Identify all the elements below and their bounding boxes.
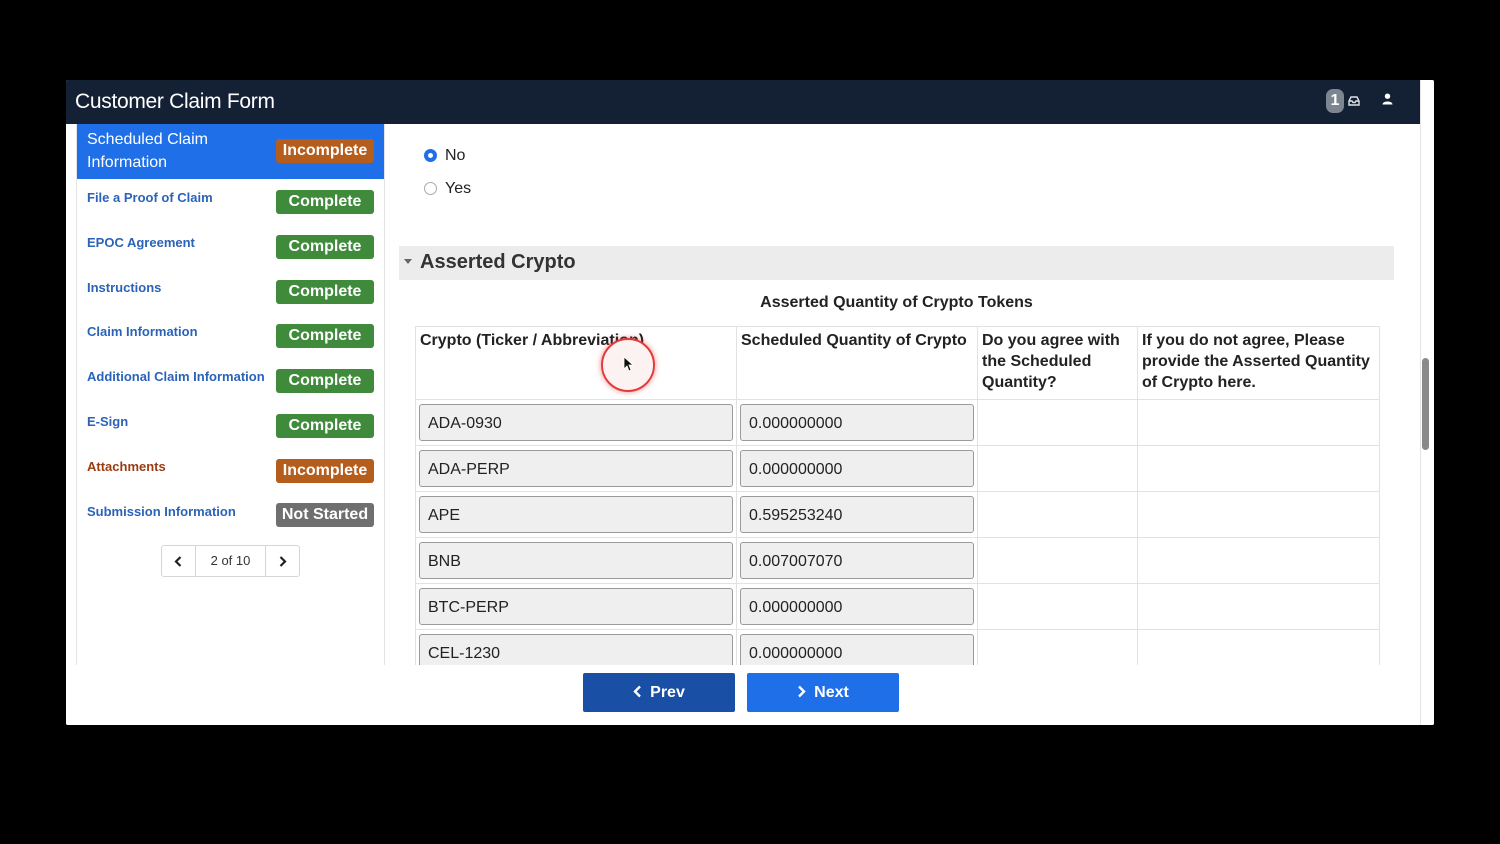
table-row: APE 0.595253240 [415, 491, 1380, 538]
form-content: No Yes Asserted Crypto Asserted Quantity… [383, 124, 1410, 665]
form-footer: Prev Next [66, 665, 1420, 725]
agree-cell [977, 445, 1138, 492]
status-badge: Complete [276, 414, 374, 438]
sidebar-item-label: Additional Claim Information [87, 369, 265, 384]
mouse-cursor-icon [623, 356, 633, 372]
user-icon[interactable] [1382, 92, 1393, 110]
scheduled-quantity-field: 0.000000000 [740, 588, 974, 625]
asserted-quantity-cell [1137, 537, 1380, 584]
status-badge: Not Started [276, 503, 374, 527]
table-row: ADA-PERP 0.000000000 [415, 445, 1380, 492]
agree-cell [977, 491, 1138, 538]
radio-label: Yes [445, 180, 472, 197]
agree-cell [977, 583, 1138, 630]
app-title: Customer Claim Form [75, 90, 275, 113]
sidebar-item-label: E-Sign [87, 414, 129, 429]
column-header: Do you agree with the Scheduled Quantity… [977, 326, 1138, 400]
sidebar-item-epoc-agreement[interactable]: EPOC Agreement Complete [77, 224, 384, 268]
table-row: CEL-1230 0.000000000 [415, 629, 1380, 665]
sidebar-item-label: Submission Information [87, 504, 236, 519]
sidebar-item-claim-information[interactable]: Claim Information Complete [77, 314, 384, 358]
ticker-field: ADA-0930 [419, 404, 733, 441]
next-button[interactable]: Next [747, 673, 899, 712]
pager-next-button[interactable] [265, 546, 299, 576]
section-sidebar: Scheduled Claim Information Incomplete F… [76, 124, 385, 665]
ticker-field: ADA-PERP [419, 450, 733, 487]
top-bar: Customer Claim Form 1 [66, 80, 1420, 124]
page-scrollbar-thumb[interactable] [1422, 358, 1429, 450]
sidebar-item-label: Claim Information [87, 324, 198, 339]
sidebar-item-e-sign[interactable]: E-Sign Complete [77, 403, 384, 447]
column-header: Crypto (Ticker / Abbreviation) [415, 326, 737, 400]
asserted-crypto-section-header[interactable]: Asserted Crypto [399, 246, 1394, 280]
asserted-quantity-cell [1137, 583, 1380, 630]
sidebar-item-label: File a Proof of Claim [87, 190, 213, 205]
radio-button-selected[interactable] [424, 149, 437, 162]
pager-position: 2 of 10 [210, 553, 251, 568]
status-badge: Incomplete [276, 459, 374, 483]
chevron-right-icon [279, 556, 287, 567]
asserted-quantity-cell [1137, 491, 1380, 538]
radio-button[interactable] [424, 182, 437, 195]
ticker-field: CEL-1230 [419, 634, 733, 665]
asserted-crypto-table: Crypto (Ticker / Abbreviation) Scheduled… [415, 326, 1380, 665]
chevron-left-icon [174, 556, 182, 567]
table-row: BTC-PERP 0.000000000 [415, 583, 1380, 630]
sidebar-item-attachments[interactable]: Attachments Incomplete [77, 448, 384, 492]
section-pager: 2 of 10 [161, 545, 300, 577]
status-badge: Complete [276, 280, 374, 304]
scheduled-quantity-field: 0.000000000 [740, 634, 974, 665]
scheduled-quantity-field: 0.007007070 [740, 542, 974, 579]
status-badge: Complete [276, 190, 374, 214]
ticker-field: BNB [419, 542, 733, 579]
sidebar-item-label: Instructions [87, 280, 162, 295]
asserted-quantity-cell [1137, 629, 1380, 665]
status-badge: Incomplete [276, 139, 374, 163]
scheduled-quantity-field: 0.595253240 [740, 496, 974, 533]
caret-down-icon [404, 259, 412, 264]
agree-cell [977, 399, 1138, 446]
sidebar-item-additional-claim-information[interactable]: Additional Claim Information Complete [77, 359, 384, 403]
ticker-field: APE [419, 496, 733, 533]
next-button-label: Next [814, 684, 849, 701]
column-header: If you do not agree, Please provide the … [1137, 326, 1380, 400]
table-row: BNB 0.007007070 [415, 537, 1380, 584]
sidebar-item-instructions[interactable]: Instructions Complete [77, 269, 384, 313]
scheduled-quantity-field: 0.000000000 [740, 404, 974, 441]
agree-cell [977, 537, 1138, 584]
scheduled-quantity-field: 0.000000000 [740, 450, 974, 487]
sidebar-item-submission-information[interactable]: Submission Information Not Started [77, 493, 384, 537]
table-title: Asserted Quantity of Crypto Tokens [760, 294, 1033, 311]
agree-cell [977, 629, 1138, 665]
status-badge: Complete [276, 369, 374, 393]
asserted-quantity-cell [1137, 445, 1380, 492]
asserted-quantity-cell [1137, 399, 1380, 446]
section-title: Asserted Crypto [420, 251, 576, 273]
pager-prev-button[interactable] [162, 546, 196, 576]
notification-count-badge[interactable]: 1 [1326, 89, 1344, 113]
inbox-icon[interactable] [1348, 93, 1360, 111]
table-row: ADA-0930 0.000000000 [415, 399, 1380, 446]
status-badge: Complete [276, 235, 374, 259]
sidebar-item-label: Scheduled Claim Information [87, 131, 208, 171]
prev-button-label: Prev [650, 684, 685, 701]
chevron-right-icon [798, 685, 806, 698]
ticker-field: BTC-PERP [419, 588, 733, 625]
radio-label: No [445, 147, 466, 164]
column-header: Scheduled Quantity of Crypto [736, 326, 978, 400]
sidebar-item-scheduled-claim-information[interactable]: Scheduled Claim Information Incomplete [77, 124, 384, 179]
sidebar-item-label: EPOC Agreement [87, 235, 195, 250]
claim-form-window: Customer Claim Form 1 Scheduled Claim In… [66, 80, 1434, 725]
prev-button[interactable]: Prev [583, 673, 735, 712]
sidebar-item-file-a-proof-of-claim[interactable]: File a Proof of Claim Complete [77, 179, 384, 223]
sidebar-item-label: Attachments [87, 459, 166, 474]
status-badge: Complete [276, 324, 374, 348]
chevron-left-icon [633, 685, 641, 698]
